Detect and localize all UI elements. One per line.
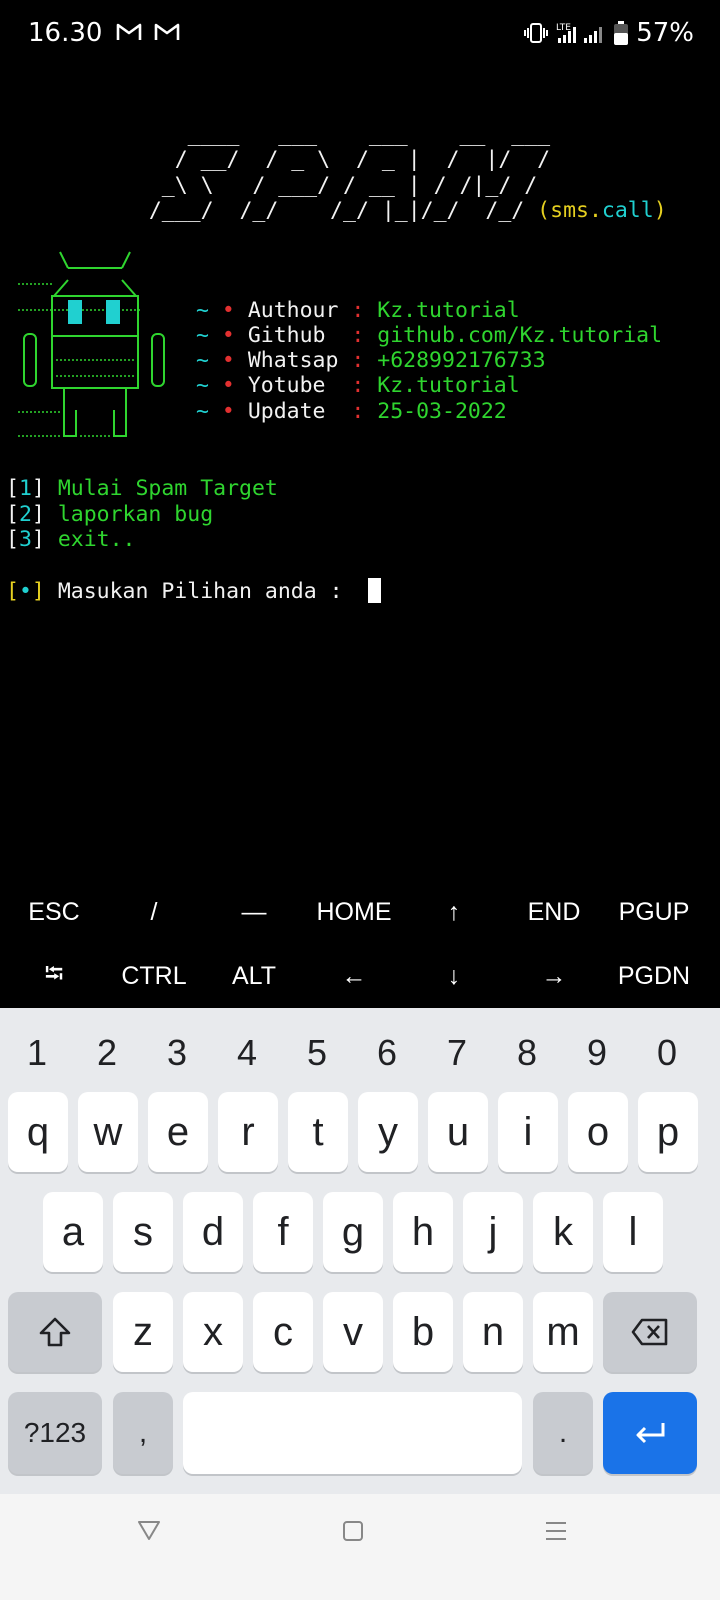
input-prompt[interactable]: [•] Masukan Pilihan anda :	[6, 578, 382, 605]
menu-item-1: [1] Mulai Spam Target	[6, 476, 278, 501]
home-icon[interactable]	[342, 1520, 364, 1542]
key-d[interactable]: d	[183, 1192, 243, 1272]
key-t[interactable]: t	[288, 1092, 348, 1172]
banner-line-last: /___/ /_/ /_/ |_|/_/ /_/ (sms.call)	[110, 198, 667, 223]
key-m[interactable]: m	[533, 1292, 593, 1372]
key-u[interactable]: u	[428, 1092, 488, 1172]
banner-line: _\ \ / ___/ / __ | / /|_/ /	[110, 173, 538, 198]
extra-keys-bar: ESC / — HOME ↑ END PGUP ⭾ CTRL ALT ← ↓ →…	[0, 880, 720, 1008]
key-0[interactable]: 0	[632, 1022, 702, 1084]
home-key[interactable]: HOME	[304, 880, 404, 944]
down-arrow-key[interactable]: ↓	[404, 944, 504, 1008]
key-i[interactable]: i	[498, 1092, 558, 1172]
key-a[interactable]: a	[43, 1192, 103, 1272]
pgup-key[interactable]: PGUP	[604, 880, 704, 944]
end-key[interactable]: END	[504, 880, 604, 944]
up-arrow-key[interactable]: ↑	[404, 880, 504, 944]
ctrl-key[interactable]: CTRL	[104, 944, 204, 1008]
soft-keyboard: 1 2 3 4 5 6 7 8 9 0 q w e r t y u i o p …	[0, 1008, 720, 1494]
key-3[interactable]: 3	[142, 1022, 212, 1084]
alt-key[interactable]: ALT	[204, 944, 304, 1008]
dash-key[interactable]: —	[204, 880, 304, 944]
key-v[interactable]: v	[323, 1292, 383, 1372]
info-row-author: ~ • Authour : Kz.tutorial	[196, 298, 520, 323]
key-9[interactable]: 9	[562, 1022, 632, 1084]
key-7[interactable]: 7	[422, 1022, 492, 1084]
shift-key[interactable]	[8, 1292, 102, 1372]
key-q[interactable]: q	[8, 1092, 68, 1172]
symbols-key[interactable]: ?123	[8, 1392, 102, 1474]
info-row-update: ~ • Update : 25-03-2022	[196, 399, 507, 424]
right-arrow-key[interactable]: →	[504, 944, 604, 1008]
key-r[interactable]: r	[218, 1092, 278, 1172]
tab-key[interactable]: ⭾	[4, 944, 104, 1008]
key-j[interactable]: j	[463, 1192, 523, 1272]
enter-icon	[636, 1423, 665, 1444]
signal-icon: LTE	[556, 23, 603, 43]
battery-percent: 57%	[636, 18, 694, 48]
key-k[interactable]: k	[533, 1192, 593, 1272]
status-bar: 16.30 LTE 57%	[0, 0, 720, 70]
info-row-github: ~ • Github : github.com/Kz.tutorial	[196, 323, 663, 348]
key-8[interactable]: 8	[492, 1022, 562, 1084]
vibrate-icon	[524, 23, 549, 43]
back-icon[interactable]	[136, 1518, 162, 1542]
navigation-bar	[0, 1494, 720, 1600]
terminal-output[interactable]: ____ ___ ___ __ ___ / __/ / _ \ / _ | / …	[0, 70, 720, 884]
gmail-icon	[116, 23, 142, 40]
gmail-icon	[154, 23, 180, 40]
key-e[interactable]: e	[148, 1092, 208, 1172]
key-x[interactable]: x	[183, 1292, 243, 1372]
key-g[interactable]: g	[323, 1192, 383, 1272]
recents-icon[interactable]	[544, 1520, 568, 1542]
key-y[interactable]: y	[358, 1092, 418, 1172]
key-w[interactable]: w	[78, 1092, 138, 1172]
status-time: 16.30	[28, 18, 103, 48]
status-right: LTE 57%	[524, 18, 694, 48]
period-key[interactable]: .	[533, 1392, 593, 1474]
key-z[interactable]: z	[113, 1292, 173, 1372]
banner-line: / __/ / _ \ / _ | / |/ /	[110, 147, 551, 172]
key-6[interactable]: 6	[352, 1022, 422, 1084]
comma-key[interactable]: ,	[113, 1392, 173, 1474]
key-f[interactable]: f	[253, 1192, 313, 1272]
pgdn-key[interactable]: PGDN	[604, 944, 704, 1008]
key-l[interactable]: l	[603, 1192, 663, 1272]
info-row-whatsapp: ~ • Whatsap : +628992176733	[196, 348, 546, 373]
key-4[interactable]: 4	[212, 1022, 282, 1084]
enter-key[interactable]	[603, 1392, 697, 1474]
key-n[interactable]: n	[463, 1292, 523, 1372]
backspace-icon	[631, 1318, 668, 1346]
space-key[interactable]	[183, 1392, 522, 1474]
shift-icon	[39, 1317, 71, 1347]
menu-item-3: [3] exit..	[6, 527, 136, 552]
key-5[interactable]: 5	[282, 1022, 352, 1084]
key-c[interactable]: c	[253, 1292, 313, 1372]
info-row-youtube: ~ • Yotube : Kz.tutorial	[196, 373, 520, 398]
banner-line: ____ ___ ___ __ ___	[110, 122, 551, 147]
esc-key[interactable]: ESC	[4, 880, 104, 944]
left-arrow-key[interactable]: ←	[304, 944, 404, 1008]
battery-icon	[614, 21, 629, 45]
number-row: 1 2 3 4 5 6 7 8 9 0	[0, 1022, 720, 1084]
key-1[interactable]: 1	[2, 1022, 72, 1084]
key-s[interactable]: s	[113, 1192, 173, 1272]
key-2[interactable]: 2	[72, 1022, 142, 1084]
key-h[interactable]: h	[393, 1192, 453, 1272]
menu-item-2: [2] laporkan bug	[6, 502, 214, 527]
slash-key[interactable]: /	[104, 880, 204, 944]
key-p[interactable]: p	[638, 1092, 698, 1172]
android-logo-icon	[18, 251, 165, 437]
text-cursor	[368, 578, 382, 603]
key-b[interactable]: b	[393, 1292, 453, 1372]
backspace-key[interactable]	[603, 1292, 697, 1372]
key-o[interactable]: o	[568, 1092, 628, 1172]
